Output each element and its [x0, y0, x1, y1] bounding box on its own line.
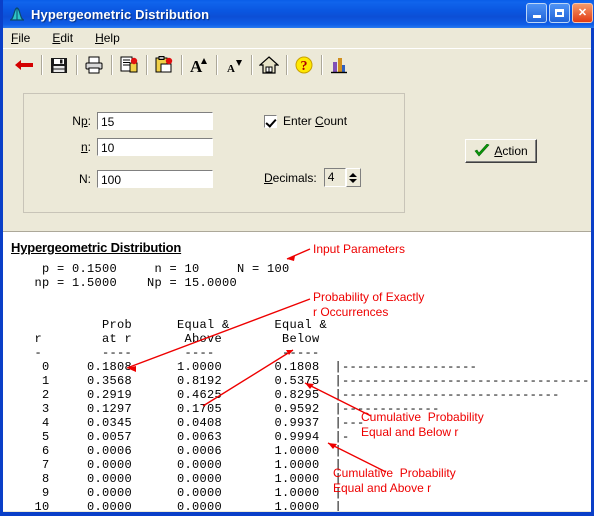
stats-line-2: np = 1.5000 Np = 15.0000 [27, 276, 238, 290]
back-arrow-icon[interactable] [11, 52, 37, 78]
annotation-cum-below: Cumulative Probability Equal and Below r [361, 410, 484, 439]
distribution-curve-icon [8, 5, 26, 23]
toolbar-separator [321, 55, 322, 75]
minimize-icon [532, 14, 541, 18]
application-window: Hypergeometric Distribution ✕ FFileile E… [0, 0, 594, 516]
bign-label: N: [79, 172, 91, 186]
enter-count-checkbox-row[interactable]: Enter Count [264, 114, 347, 128]
enter-count-checkbox[interactable] [264, 114, 277, 128]
decimals-label: Decimals: [264, 170, 317, 185]
spin-down-icon[interactable] [349, 178, 358, 183]
font-increase-icon[interactable]: A [186, 52, 212, 78]
toolbar-separator [111, 55, 112, 75]
field-row-bign: N: [51, 170, 213, 188]
svg-text:A: A [190, 57, 203, 74]
decimals-row: Decimals: 4 [264, 168, 361, 187]
results-heading: Hypergeometric Distribution [11, 240, 182, 255]
title-bar: Hypergeometric Distribution ✕ [3, 0, 594, 28]
toolbar: A A ? [3, 48, 591, 81]
toolbar-separator [181, 55, 182, 75]
decimals-stepper[interactable]: 4 [323, 168, 361, 187]
spin-up-icon[interactable] [349, 172, 358, 177]
field-row-np: Np: [51, 112, 213, 130]
menu-item-help[interactable]: Help [95, 31, 120, 45]
font-decrease-icon[interactable]: A [221, 52, 247, 78]
help-question-icon[interactable]: ? [291, 52, 317, 78]
svg-text:A: A [227, 63, 235, 74]
maximize-icon [555, 9, 564, 17]
close-icon: ✕ [577, 6, 588, 19]
window-controls: ✕ [526, 3, 593, 23]
menu-item-edit[interactable]: Edit [52, 31, 73, 45]
bign-field[interactable] [97, 170, 213, 188]
action-button[interactable]: Action [465, 139, 537, 163]
annotation-prob-exactly: Probability of Exactly r Occurrences [313, 290, 425, 319]
results-panel: Hypergeometric Distribution p = 0.1500 n… [3, 231, 591, 511]
results-stats: p = 0.1500 n = 10 N = 100 np = 1.5000 Np… [27, 262, 290, 290]
toolbar-separator [251, 55, 252, 75]
results-table: Prob Equal & Equal & r at r Above Below … [34, 318, 592, 511]
home-icon[interactable] [256, 52, 282, 78]
np-label: Np: [72, 114, 91, 128]
annotation-input-parameters: Input Parameters [313, 242, 406, 256]
n-label: n: [80, 140, 91, 154]
stats-line-1: p = 0.1500 n = 10 N = 100 [27, 262, 290, 276]
decimals-value[interactable]: 4 [323, 168, 346, 187]
np-field[interactable] [97, 112, 213, 130]
field-row-n: n: [51, 138, 213, 156]
maximize-button[interactable] [549, 3, 570, 23]
save-disk-icon[interactable] [46, 52, 72, 78]
window-title: Hypergeometric Distribution [31, 6, 210, 22]
n-field[interactable] [97, 138, 213, 156]
action-button-label: Action [494, 144, 528, 158]
menu-bar: FFileile Edit Help [3, 28, 591, 48]
close-button[interactable]: ✕ [572, 3, 593, 23]
annotation-cum-above: Cumulative Probability Equal and Above r [333, 466, 456, 495]
toolbar-separator [286, 55, 287, 75]
check-mark-icon [474, 144, 490, 157]
copy-document-icon[interactable] [116, 52, 142, 78]
printer-icon[interactable] [81, 52, 107, 78]
statistics-chart-icon[interactable] [326, 52, 352, 78]
toolbar-separator [76, 55, 77, 75]
enter-count-label: Enter Count [283, 114, 348, 128]
paste-clipboard-icon[interactable] [151, 52, 177, 78]
minimize-button[interactable] [526, 3, 547, 23]
toolbar-separator [146, 55, 147, 75]
svg-text:?: ? [301, 59, 308, 74]
menu-item-file[interactable]: FFileile [11, 31, 30, 45]
toolbar-separator [41, 55, 42, 75]
decimals-spin-buttons[interactable] [345, 168, 361, 187]
toolbar-separator [216, 55, 217, 75]
